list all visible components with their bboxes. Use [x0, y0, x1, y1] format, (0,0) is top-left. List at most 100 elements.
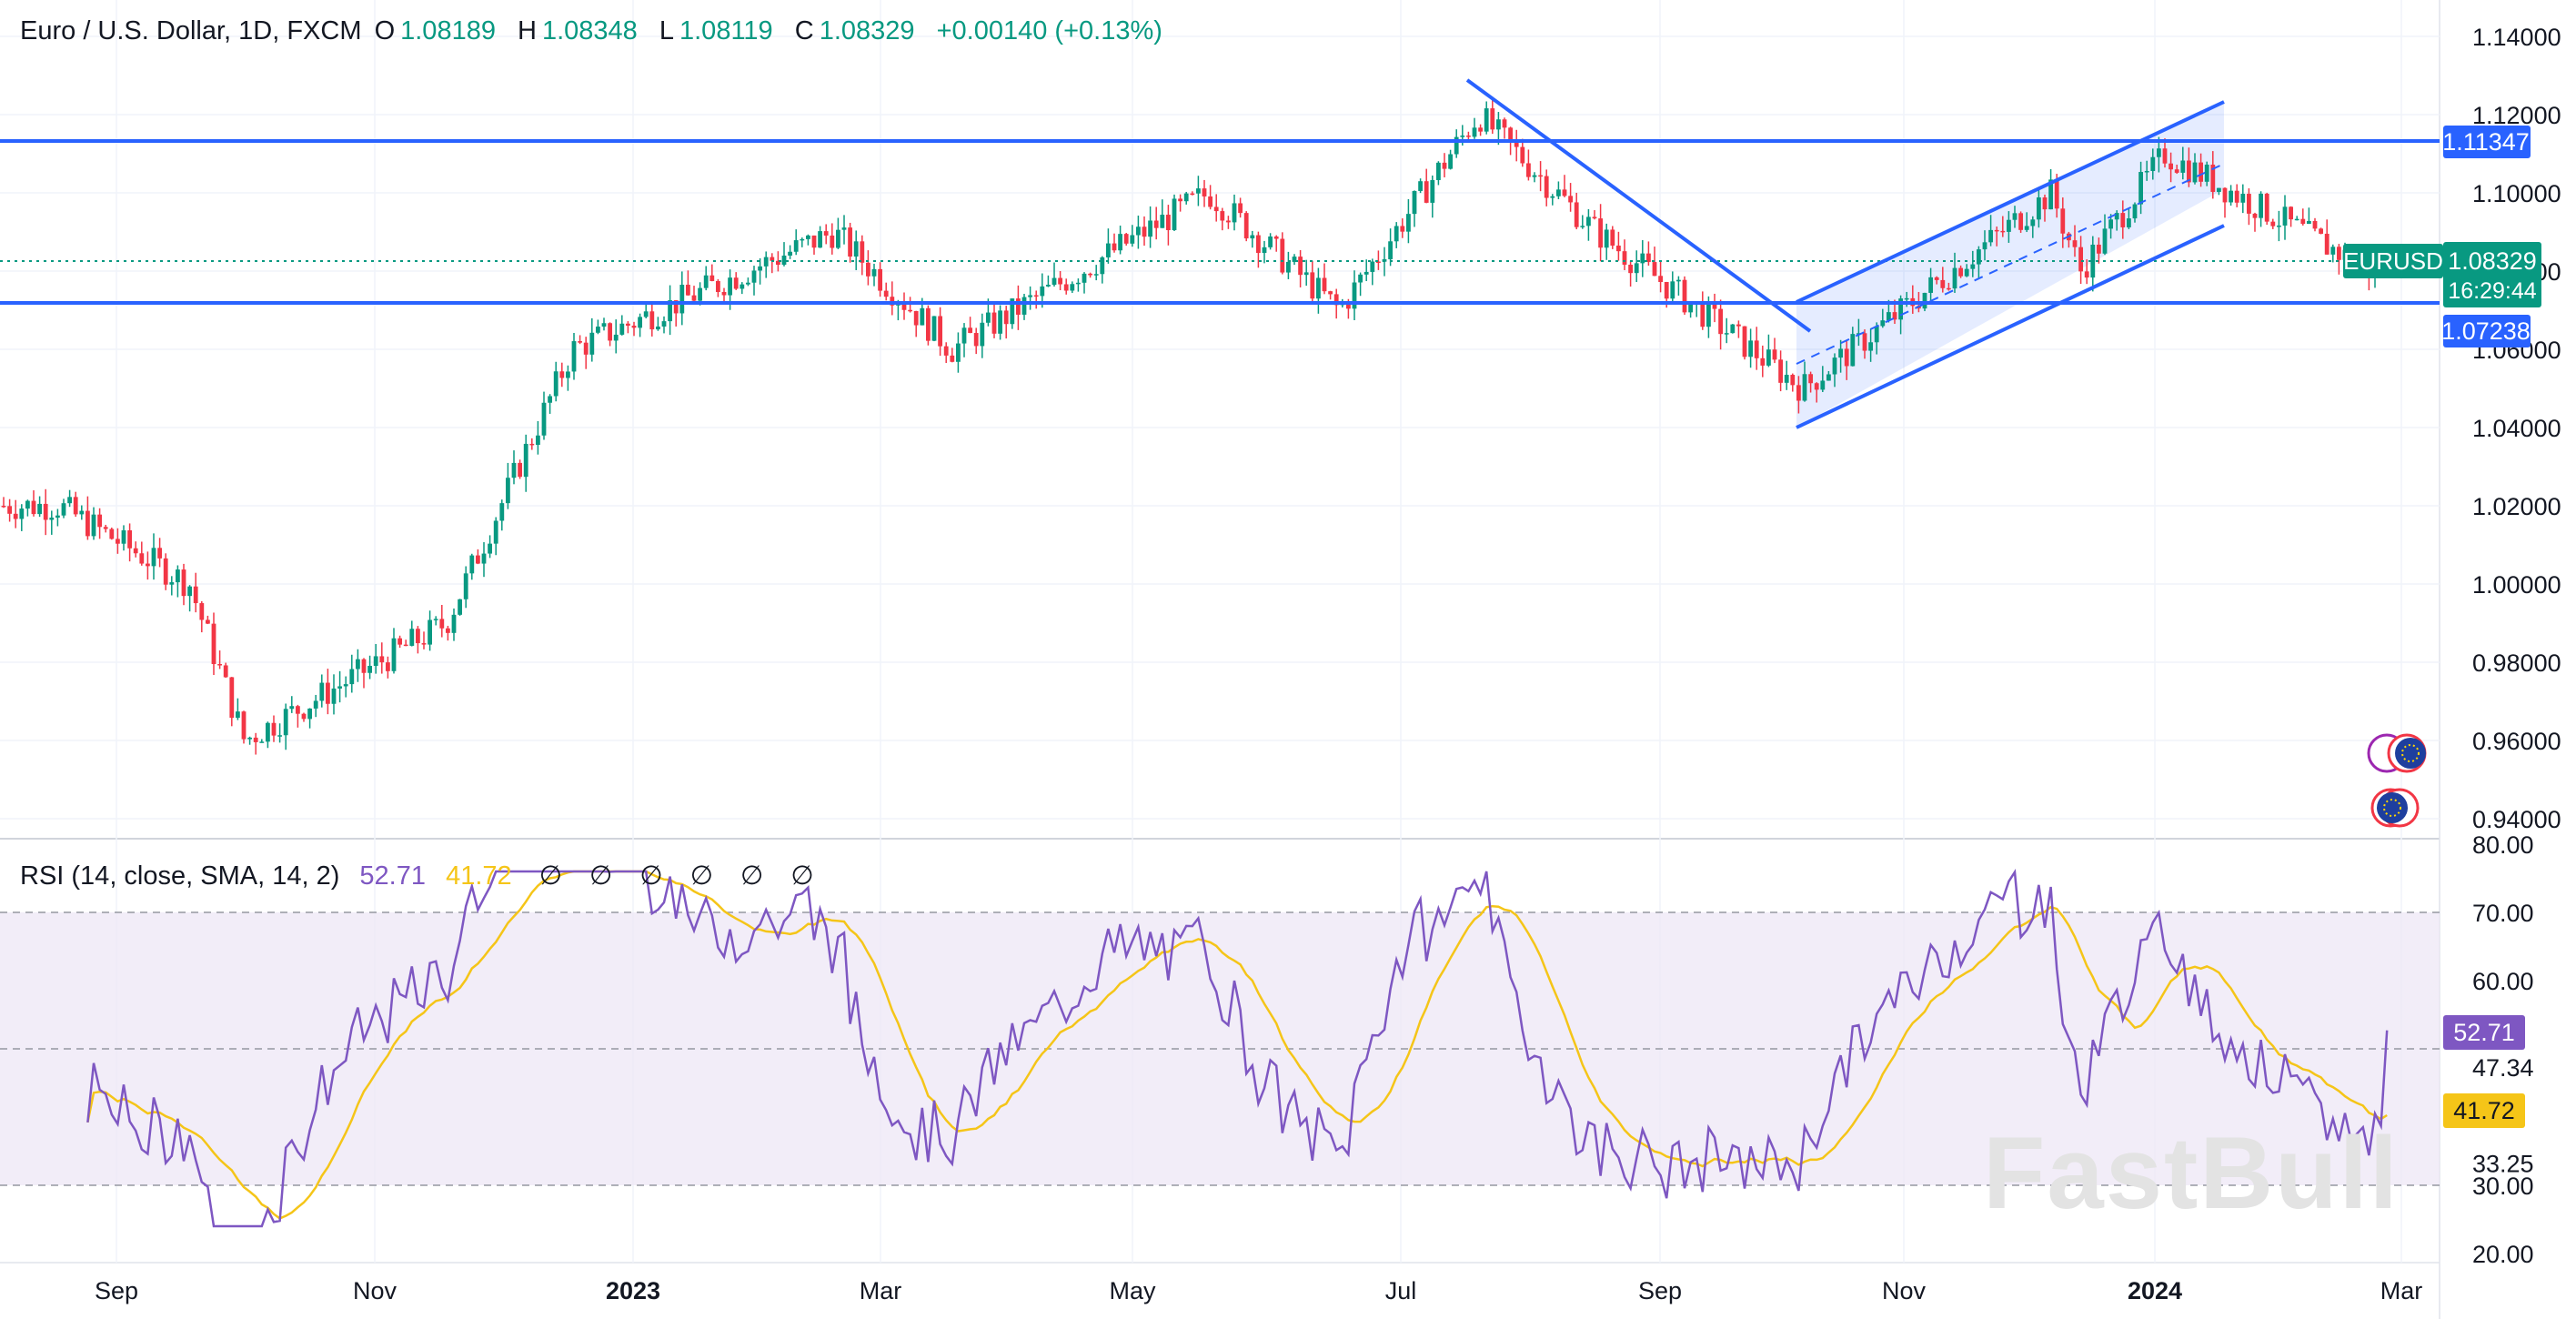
symbol-title[interactable]: Euro / U.S. Dollar, 1D, FXCM	[20, 16, 362, 45]
candle-body	[31, 500, 36, 515]
candle-body	[1718, 308, 1723, 335]
candle-body	[1328, 291, 1333, 295]
candle-body	[1604, 229, 1609, 248]
candle-body	[1046, 285, 1051, 287]
price-tick-label: 0.98000	[2472, 649, 2561, 677]
time-axis[interactable]: Sep Nov 2023 Mar May Jul Sep Nov 2024 Mar	[95, 1277, 2422, 1304]
candle-body	[266, 722, 270, 742]
candle-body	[343, 684, 348, 687]
candle-body	[2319, 228, 2323, 234]
last-price-tag: 1.08329	[2448, 247, 2537, 275]
change-value: +0.00140 (+0.13%)	[936, 16, 1162, 45]
rsi-tick-label: 47.34	[2472, 1054, 2534, 1082]
candle-body	[25, 500, 30, 509]
support-tag: 1.07238	[2441, 317, 2531, 345]
candle-body	[109, 529, 115, 539]
eu-event-flag-2[interactable]	[2370, 788, 2420, 828]
candle-body	[536, 435, 540, 446]
price-tick-label: 1.12000	[2472, 102, 2561, 129]
candle-body	[1934, 277, 1939, 280]
candle-body	[596, 327, 600, 333]
candle-body	[391, 638, 397, 671]
candle-body	[1, 506, 6, 508]
rsi-header-value: 52.71	[359, 861, 426, 891]
time-tick-label: Nov	[353, 1277, 397, 1304]
candle-body	[836, 229, 840, 248]
candle-body	[116, 539, 120, 544]
downtrend-line[interactable]	[1465, 78, 1812, 333]
candle-body	[1238, 203, 1243, 214]
candle-body	[337, 686, 342, 689]
candle-body	[1273, 236, 1279, 239]
candle-body	[2078, 247, 2083, 272]
candle-body	[2090, 244, 2096, 278]
candle-body	[2084, 271, 2089, 278]
candle-body	[950, 355, 955, 362]
candle-body	[788, 251, 792, 256]
candle-body	[1021, 297, 1027, 315]
candle-body	[421, 643, 427, 645]
rsi-tick-label: 70.00	[2472, 900, 2534, 927]
candle-body	[1322, 277, 1327, 292]
candle-body	[1436, 162, 1441, 180]
rsi-title[interactable]: RSI (14, close, SMA, 14, 2)	[20, 861, 339, 891]
candle-body	[458, 599, 462, 615]
candle-body	[1556, 189, 1561, 196]
rsi-tick-label: 60.00	[2472, 968, 2534, 995]
candle-body	[43, 503, 48, 520]
candle-body	[1370, 261, 1375, 272]
candle-body	[1592, 216, 1597, 219]
candle-body	[1430, 179, 1435, 203]
countdown-tag: 16:29:44	[2448, 278, 2536, 304]
price-tick-label: 1.02000	[2472, 493, 2561, 520]
candle-body	[409, 629, 415, 646]
low-label: L	[659, 16, 674, 45]
candle-body	[1814, 383, 1819, 390]
candle-body	[331, 688, 337, 704]
candle-body	[2282, 206, 2288, 226]
candle-body	[1232, 203, 1237, 223]
symbol-header: Euro / U.S. Dollar, 1D, FXCM O 1.08189 H1…	[20, 16, 1177, 46]
off-marker: ∅	[740, 861, 764, 891]
candle-body	[529, 443, 535, 446]
candle-body	[1178, 198, 1182, 202]
candle-body	[2150, 156, 2156, 171]
candle-body	[926, 307, 931, 341]
candle-body	[1250, 235, 1255, 239]
candle-body	[698, 287, 702, 301]
candle-body	[943, 346, 949, 356]
candle-body	[1202, 188, 1207, 196]
candle-body	[361, 659, 367, 673]
candle-body	[1484, 108, 1489, 132]
candle-body	[1040, 286, 1045, 297]
candle-body	[2247, 194, 2251, 214]
eu-event-flag-1[interactable]	[2367, 733, 2427, 773]
candle-body	[37, 503, 42, 515]
candle-body	[619, 323, 625, 335]
candle-body	[428, 619, 432, 645]
candle-body	[758, 266, 762, 271]
candle-body	[1664, 282, 1669, 299]
candle-body	[998, 310, 1002, 334]
candle-body	[811, 235, 817, 248]
candle-body	[578, 341, 582, 343]
candle-body	[326, 682, 330, 704]
candle-body	[830, 235, 835, 248]
candle-body	[938, 316, 942, 347]
candle-body	[181, 569, 186, 597]
candle-body	[1826, 374, 1831, 381]
candle-body	[626, 323, 630, 327]
candle-body	[379, 656, 385, 663]
candle-body	[301, 713, 307, 720]
candle-body	[133, 548, 138, 554]
open-value: 1.08189	[400, 16, 496, 45]
candle-body	[2138, 172, 2143, 205]
candle-body	[1496, 119, 1501, 130]
candle-body	[19, 508, 25, 519]
candle-body	[638, 317, 642, 328]
candle-body	[1268, 236, 1273, 247]
candle-body	[866, 262, 870, 277]
candle-body	[548, 396, 552, 403]
candle-body	[2012, 213, 2018, 220]
candle-body	[746, 282, 750, 285]
